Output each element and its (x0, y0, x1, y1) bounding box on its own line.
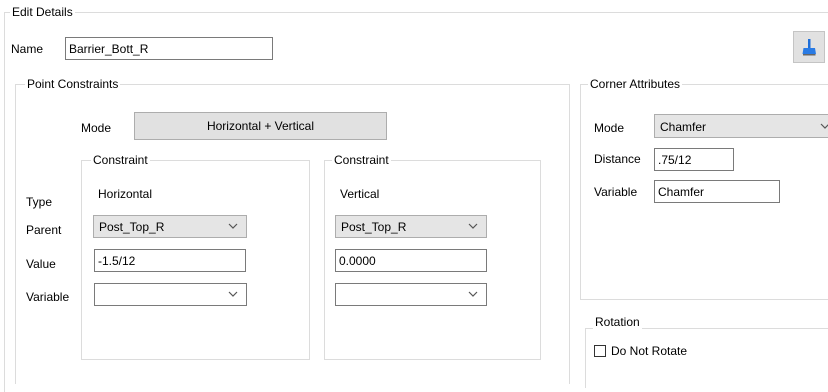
value-label: Value (26, 257, 56, 271)
constraint-1-type: Horizontal (98, 187, 153, 201)
distance-input[interactable] (654, 148, 734, 171)
name-input[interactable] (65, 37, 273, 60)
do-not-rotate-label[interactable]: Do Not Rotate (611, 344, 687, 358)
chevron-down-icon (820, 123, 828, 129)
chevron-down-icon (228, 223, 238, 229)
ca-variable-input[interactable] (654, 180, 780, 203)
constraint-2-type: Vertical (340, 187, 380, 201)
parent-label: Parent (26, 223, 62, 237)
ca-mode-dropdown[interactable]: Chamfer (654, 114, 828, 138)
constraint-2-legend: Constraint (332, 153, 391, 167)
clear-button[interactable] (793, 31, 825, 63)
chevron-down-icon (468, 291, 478, 297)
constraint-1-value-input[interactable] (94, 249, 246, 272)
constraint-2-parent-dropdown[interactable]: Post_Top_R (335, 215, 487, 238)
constraint-1-legend: Constraint (91, 153, 150, 167)
constraint-1-parent-dropdown[interactable]: Post_Top_R (93, 215, 247, 238)
ca-variable-label: Variable (594, 185, 638, 199)
constraint-2-value-input[interactable] (335, 249, 487, 272)
edit-details-legend: Edit Details (10, 5, 75, 19)
ca-mode-label: Mode (594, 121, 625, 135)
broom-icon (802, 39, 816, 56)
constraint-2-variable-dropdown[interactable] (335, 283, 487, 306)
point-constraints-legend: Point Constraints (25, 77, 121, 91)
constraint-1-variable-dropdown[interactable] (94, 283, 247, 306)
rotation-group (585, 328, 828, 388)
constraint-2-parent-value: Post_Top_R (341, 220, 407, 234)
rotation-legend: Rotation (593, 315, 642, 329)
ca-mode-value: Chamfer (660, 120, 707, 134)
chevron-down-icon (228, 291, 238, 297)
pc-mode-label: Mode (81, 121, 112, 135)
distance-label: Distance (594, 152, 641, 166)
do-not-rotate-checkbox[interactable] (594, 345, 606, 357)
constraint-1-parent-value: Post_Top_R (99, 220, 165, 234)
chevron-down-icon (468, 223, 478, 229)
corner-attributes-legend: Corner Attributes (588, 77, 683, 91)
name-label: Name (11, 42, 44, 56)
mode-button[interactable]: Horizontal + Vertical (134, 112, 387, 140)
type-label: Type (26, 195, 53, 209)
variable-label: Variable (26, 290, 70, 304)
